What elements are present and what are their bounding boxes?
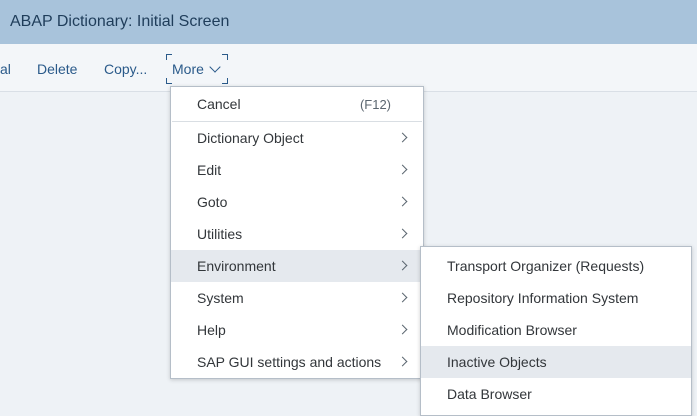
- menu-item-goto[interactable]: Goto: [171, 186, 423, 218]
- menu-item-label: Inactive Objects: [447, 354, 547, 370]
- chevron-right-icon: [397, 228, 408, 239]
- menu-item-help[interactable]: Help: [171, 314, 423, 346]
- menu-item-cancel[interactable]: Cancel (F12): [171, 88, 423, 120]
- more-menu: Cancel (F12) Dictionary Object Edit Goto…: [170, 86, 424, 379]
- chevron-right-icon: [397, 356, 408, 367]
- submenu-item-data-browser[interactable]: Data Browser: [421, 378, 691, 410]
- toolbar-partial-button[interactable]: al: [0, 61, 11, 77]
- chevron-down-icon: [209, 60, 221, 73]
- menu-item-system[interactable]: System: [171, 282, 423, 314]
- menu-item-environment[interactable]: Environment: [171, 250, 423, 282]
- shortcut-label: (F12): [359, 96, 391, 112]
- menu-item-label: Repository Information System: [447, 290, 639, 306]
- menu-item-edit[interactable]: Edit: [171, 154, 423, 186]
- menu-item-label: Help: [197, 322, 226, 338]
- menu-item-label: SAP GUI settings and actions: [197, 354, 382, 370]
- chevron-right-icon: [397, 292, 408, 303]
- menu-item-label: Modification Browser: [447, 322, 577, 338]
- chevron-right-icon: [397, 196, 408, 207]
- menu-item-label: Transport Organizer (Requests): [447, 258, 645, 274]
- menu-item-label: Goto: [197, 194, 228, 210]
- menu-item-label: Dictionary Object: [197, 130, 304, 146]
- more-button[interactable]: More: [166, 54, 228, 84]
- window-title: ABAP Dictionary: Initial Screen: [10, 13, 230, 30]
- submenu-item-repository-information-system[interactable]: Repository Information System: [421, 282, 691, 314]
- menu-item-label: Utilities: [197, 226, 243, 242]
- submenu-item-transport-organizer[interactable]: Transport Organizer (Requests): [421, 250, 691, 282]
- copy-button[interactable]: Copy...: [104, 61, 147, 77]
- menu-item-sap-gui-settings[interactable]: SAP GUI settings and actions: [171, 346, 423, 378]
- chevron-right-icon: [397, 132, 408, 143]
- environment-submenu: Transport Organizer (Requests) Repositor…: [420, 246, 692, 416]
- menu-item-label: Data Browser: [447, 386, 532, 402]
- menu-item-dictionary-object[interactable]: Dictionary Object: [171, 122, 423, 154]
- menu-item-utilities[interactable]: Utilities: [171, 218, 423, 250]
- submenu-item-inactive-objects[interactable]: Inactive Objects: [421, 346, 691, 378]
- chevron-right-icon: [397, 164, 408, 175]
- delete-button[interactable]: Delete: [37, 61, 77, 77]
- menu-item-label: Cancel: [197, 96, 241, 112]
- toolbar: al Delete Copy... More: [0, 44, 697, 92]
- chevron-right-icon: [397, 324, 408, 335]
- menu-item-label: Environment: [197, 258, 276, 274]
- menu-item-label: System: [197, 290, 244, 306]
- submenu-item-modification-browser[interactable]: Modification Browser: [421, 314, 691, 346]
- chevron-right-icon: [397, 260, 408, 271]
- title-bar: ABAP Dictionary: Initial Screen: [0, 0, 697, 44]
- more-button-label: More: [172, 61, 204, 77]
- menu-item-label: Edit: [197, 162, 222, 178]
